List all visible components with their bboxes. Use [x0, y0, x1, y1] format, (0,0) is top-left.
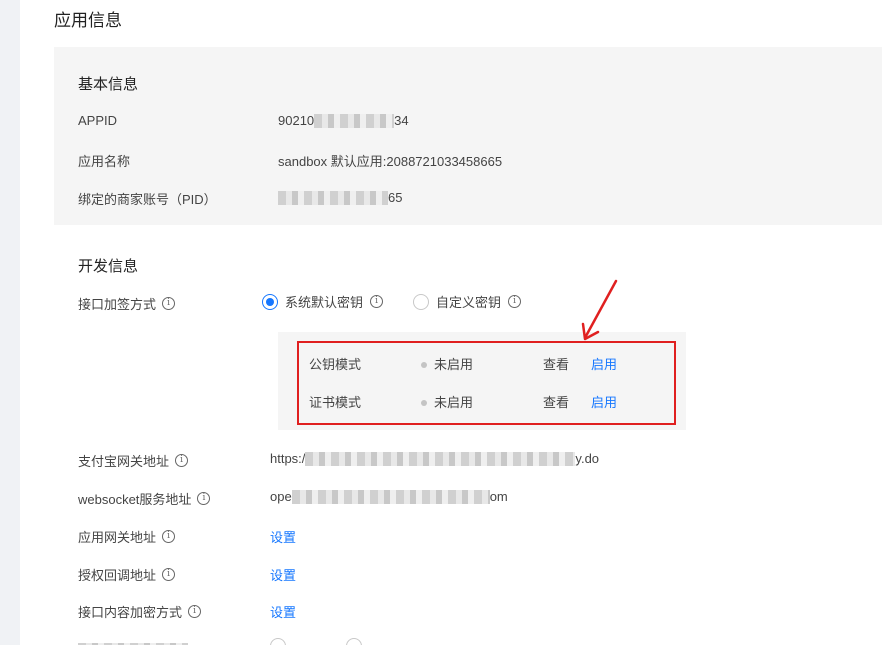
radio-unchecked-icon[interactable] [413, 293, 430, 310]
appid-visible-suffix: 34 [394, 113, 409, 128]
websocket-address-value: ope om [270, 489, 508, 504]
websocket-address-label: websocket服务地址 i [78, 489, 211, 508]
app-info-page: 应用信息 基本信息 APPID 90210 34 应用名称 sandbox 默认… [20, 0, 882, 645]
auth-callback-label: 授权回调地址 i [78, 565, 176, 584]
annotation-arrow-icon [581, 279, 618, 341]
masked-text [305, 451, 576, 466]
info-icon[interactable]: i [175, 454, 189, 467]
cut-off-row-label [78, 638, 198, 645]
appid-visible-prefix: 90210 [278, 113, 315, 128]
page-title: 应用信息 [54, 11, 122, 30]
row-label-text: 接口内容加密方式 [78, 605, 183, 620]
row-label-text: 应用网关地址 [78, 530, 157, 545]
info-icon[interactable]: i [162, 297, 176, 310]
cut-off-radio-group [270, 638, 430, 645]
radio-icon[interactable] [270, 638, 286, 645]
mode-name: 公钥模式 [309, 357, 362, 372]
mode-row-certificate: 证书模式 未启用 查看 启用 [309, 392, 639, 410]
row-label-text: websocket服务地址 [78, 492, 192, 507]
content-encryption-label: 接口内容加密方式 i [78, 602, 202, 621]
info-icon[interactable]: i [508, 295, 522, 308]
info-icon[interactable]: i [370, 295, 384, 308]
mode-status: 未启用 [421, 392, 473, 411]
alipay-gateway-value: https:/ y.do [270, 451, 599, 466]
masked-text [291, 489, 490, 504]
basic-info-card: 基本信息 APPID 90210 34 应用名称 sandbox 默认应用:20… [54, 47, 882, 225]
app-gateway-set-link[interactable]: 设置 [270, 527, 296, 546]
dev-info-title: 开发信息 [78, 258, 139, 275]
enable-button[interactable]: 启用 [591, 392, 617, 411]
radio-icon[interactable] [346, 638, 362, 645]
mode-name: 证书模式 [309, 395, 362, 410]
view-button[interactable]: 查看 [543, 354, 569, 373]
status-dot-icon [421, 361, 427, 368]
info-icon[interactable]: i [197, 492, 211, 505]
info-icon[interactable]: i [162, 568, 176, 581]
left-sidebar-edge [0, 0, 20, 645]
masked-text [278, 190, 388, 205]
gateway-visible-suffix: y.do [575, 451, 600, 466]
basic-info-title: 基本信息 [78, 76, 139, 93]
mode-row-public-key: 公钥模式 未启用 查看 启用 [309, 354, 639, 372]
enable-button[interactable]: 启用 [591, 354, 617, 373]
pid-label: 绑定的商家账号（PID） [78, 192, 217, 207]
radio-label: 自定义密钥 [436, 295, 502, 310]
content-encryption-set-link[interactable]: 设置 [270, 602, 296, 621]
radio-custom-key[interactable]: 自定义密钥 i [413, 292, 522, 311]
websocket-visible-suffix: om [489, 489, 508, 504]
info-icon[interactable]: i [188, 605, 202, 618]
masked-text [314, 113, 395, 128]
info-icon[interactable]: i [162, 530, 176, 543]
radio-system-default-key[interactable]: 系统默认密钥 i [262, 292, 384, 311]
row-label-text: 支付宝网关地址 [78, 454, 170, 469]
appid-label: APPID [78, 113, 118, 128]
sign-method-label-text: 接口加签方式 [78, 297, 157, 312]
radio-label: 系统默认密钥 [285, 295, 364, 310]
sign-method-label: 接口加签方式 i [78, 294, 176, 313]
radio-checked-icon[interactable] [262, 293, 278, 310]
alipay-gateway-label: 支付宝网关地址 i [78, 451, 189, 470]
app-gateway-label: 应用网关地址 i [78, 527, 176, 546]
mode-status: 未启用 [421, 354, 473, 373]
gateway-visible-prefix: https:/ [270, 451, 306, 466]
sign-method-radio-group: 系统默认密钥 i 自定义密钥 i [262, 292, 522, 311]
view-button[interactable]: 查看 [543, 392, 569, 411]
appid-value: 90210 34 [278, 113, 409, 128]
app-name-label: 应用名称 [78, 154, 131, 169]
websocket-visible-prefix: ope [270, 489, 292, 504]
auth-callback-set-link[interactable]: 设置 [270, 565, 296, 584]
app-name-value: sandbox 默认应用:2088721033458665 [278, 154, 503, 169]
status-dot-icon [421, 399, 427, 406]
pid-visible-suffix: 65 [388, 190, 403, 205]
pid-value: 65 [278, 190, 402, 205]
row-label-text: 授权回调地址 [78, 568, 157, 583]
